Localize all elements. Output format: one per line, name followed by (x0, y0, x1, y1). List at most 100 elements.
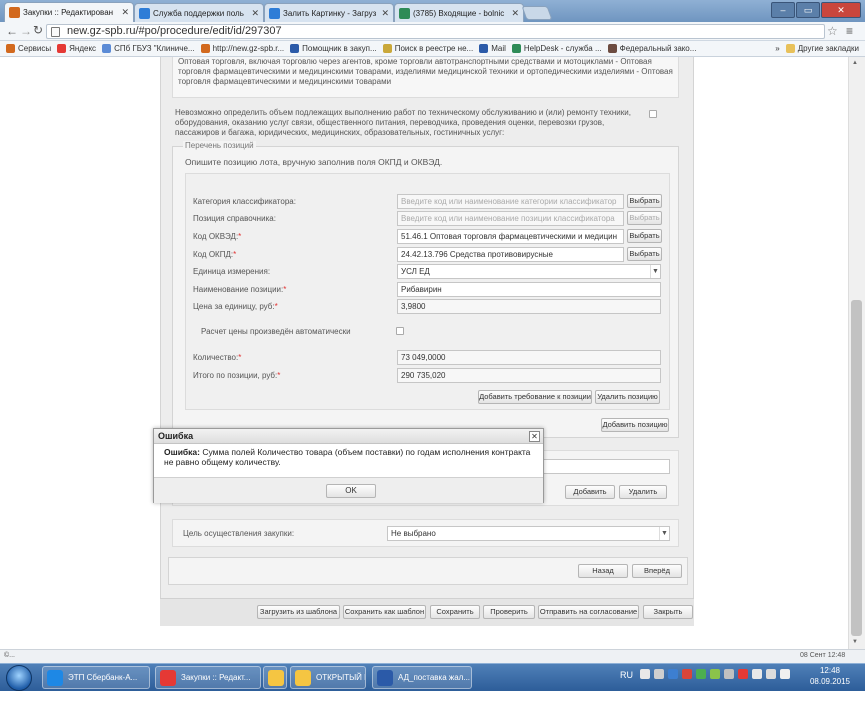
position-input[interactable]: Введите код или наименование позиции кла… (397, 211, 624, 226)
name-input[interactable]: Рибавирин (397, 282, 661, 297)
taskbar-item[interactable]: ОТКРЫТЫЙ КОН... (290, 666, 366, 689)
load-template-button[interactable]: Загрузить из шаблона (257, 605, 340, 619)
bookmark-star-icon[interactable]: ☆ (827, 24, 838, 38)
qty-input[interactable]: 73 049,0000 (397, 350, 661, 365)
reload-icon[interactable]: ↻ (33, 23, 43, 37)
back-button[interactable]: Назад (578, 564, 628, 578)
add-button[interactable]: Добавить (565, 485, 615, 499)
tray-icon[interactable] (640, 669, 650, 679)
tray-icon[interactable] (710, 669, 720, 679)
dialog-message: Ошибка: Сумма полей Количество товара (о… (164, 447, 534, 467)
clock-time[interactable]: 12:48 (810, 666, 850, 675)
tray-icon[interactable] (738, 669, 748, 679)
unit-select[interactable]: УСЛ ЕД ▼ (397, 264, 661, 279)
bookmarks-bar: Сервисы Яндекс СПб ГБУЗ "Клиниче... http://… (0, 41, 865, 57)
tray-icon[interactable] (696, 669, 706, 679)
unit-value: УСЛ ЕД (401, 267, 430, 276)
check-button[interactable]: Проверить (483, 605, 535, 619)
bookmark-item[interactable]: СПб ГБУЗ "Клиниче... (102, 44, 195, 53)
bookmark-item[interactable]: HelpDesk - служба ... (511, 44, 602, 53)
bookmark-icon (607, 44, 617, 53)
menu-icon[interactable]: ≡ (846, 24, 853, 38)
auto-price-checkbox[interactable] (396, 327, 404, 335)
app-icon (47, 669, 63, 686)
address-input[interactable]: new.gz-spb.ru/#po/procedure/edit/id/2973… (46, 24, 825, 39)
tab-1[interactable]: Закупки :: Редактирован ✕ (4, 2, 134, 22)
tray-icon[interactable] (654, 669, 664, 679)
close-tab-icon[interactable]: ✕ (381, 8, 389, 19)
position-select-button[interactable]: Выбрать (627, 211, 662, 225)
minimize-button[interactable]: – (771, 2, 795, 18)
unit-label: Единица измерения: (193, 267, 271, 276)
taskbar-item[interactable]: ЭТП Сбербанк-А... (42, 666, 150, 689)
bookmark-item[interactable]: Mail (479, 44, 506, 53)
bookmarks-more[interactable]: » (775, 44, 779, 53)
bookmark-item[interactable]: Поиск в реестре не... (382, 44, 473, 53)
scroll-up-icon[interactable]: ▲ (852, 60, 858, 66)
back-arrow-icon[interactable]: ← (6, 24, 18, 38)
tray-icon[interactable] (668, 669, 678, 679)
tab-3[interactable]: Залить Картинку - Загруз ✕ (264, 3, 394, 22)
category-input[interactable]: Введите код или наименование категории к… (397, 194, 624, 209)
volume-icon[interactable] (780, 669, 790, 679)
taskbar-item[interactable]: Закупки :: Редакт... (155, 666, 261, 689)
chevron-down-icon: ▼ (659, 527, 669, 540)
forward-arrow-icon[interactable]: → (20, 24, 32, 38)
network-icon[interactable] (766, 669, 776, 679)
cannot-determine-checkbox[interactable] (649, 110, 657, 118)
bookmark-item[interactable]: http://new.gz-spb.r... (200, 44, 284, 53)
scroll-down-icon[interactable]: ▼ (852, 639, 858, 645)
purpose-select[interactable]: Не выбрано ▼ (387, 526, 670, 541)
tab-4[interactable]: (3785) Входящие - bolnic ✕ (394, 3, 524, 22)
total-input[interactable]: 290 735,020 (397, 368, 661, 383)
maximize-button[interactable]: ▭ (796, 2, 820, 18)
scrollbar-thumb[interactable] (851, 300, 862, 636)
okved-input[interactable]: 51.46.1 Оптовая торговля фармацевтически… (397, 229, 624, 244)
close-form-button[interactable]: Закрыть (643, 605, 693, 619)
positions-hint: Опишите позицию лота, вручную заполнив п… (185, 157, 443, 167)
delete-button[interactable]: Удалить (619, 485, 667, 499)
total-label-text: Итого по позиции, руб: (193, 371, 278, 380)
new-tab-button[interactable] (521, 6, 553, 20)
delete-position-button[interactable]: Удалить позицию (595, 390, 660, 404)
bookmark-item[interactable]: Яндекс (57, 44, 96, 53)
close-tab-icon[interactable]: ✕ (251, 8, 259, 19)
okved-select-button[interactable]: Выбрать (627, 229, 662, 243)
favicon-icon (139, 7, 150, 19)
save-as-template-button[interactable]: Сохранить как шаблон (343, 605, 426, 619)
start-button-icon[interactable] (6, 665, 32, 691)
close-tab-icon[interactable]: ✕ (511, 8, 519, 19)
tab-2[interactable]: Служба поддержки поль ✕ (134, 3, 264, 22)
close-tab-icon[interactable]: ✕ (121, 7, 129, 18)
close-window-button[interactable]: ✕ (821, 2, 861, 18)
qty-label-text: Количество: (193, 353, 239, 362)
name-label-text: Наименование позиции: (193, 285, 284, 294)
tray-icon[interactable] (724, 669, 734, 679)
required-mark: * (238, 353, 242, 362)
save-button[interactable]: Сохранить (430, 605, 480, 619)
language-indicator[interactable]: RU (620, 670, 633, 680)
ok-button[interactable]: OK (326, 484, 376, 498)
taskbar-item[interactable] (263, 666, 287, 689)
okved-label: Код ОКВЭД:* (193, 232, 241, 241)
required-mark: * (283, 285, 287, 294)
okpd-select-button[interactable]: Выбрать (627, 247, 662, 261)
tray-icon[interactable] (752, 669, 762, 679)
add-position-button[interactable]: Добавить позицию (601, 418, 669, 432)
bookmark-item[interactable]: Помощник в закуп... (290, 44, 377, 53)
bookmark-item[interactable]: Сервисы (6, 44, 51, 53)
status-bar: ©... 08 Сент 12:48 (0, 649, 865, 663)
next-button[interactable]: Вперёд (632, 564, 682, 578)
price-input[interactable]: 3,9800 (397, 299, 661, 314)
add-requirement-button[interactable]: Добавить требование к позиции (478, 390, 592, 404)
clock-date[interactable]: 08.09.2015 (806, 677, 854, 686)
close-icon[interactable]: ✕ (529, 431, 540, 442)
okpd-input[interactable]: 24.42.13.796 Средства противовирусные (397, 247, 624, 262)
tray-icon[interactable] (682, 669, 692, 679)
taskbar-item[interactable]: АД_поставка жал... (372, 666, 472, 689)
other-bookmarks[interactable]: Другие закладки (785, 44, 859, 53)
bookmark-item[interactable]: Федеральный закo... (607, 44, 696, 53)
required-mark: * (233, 250, 237, 259)
send-for-approval-button[interactable]: Отправить на согласование (538, 605, 639, 619)
category-select-button[interactable]: Выбрать (627, 194, 662, 208)
